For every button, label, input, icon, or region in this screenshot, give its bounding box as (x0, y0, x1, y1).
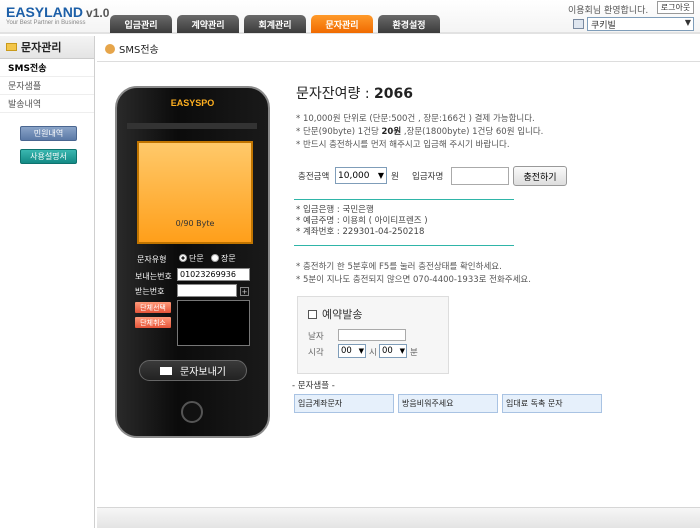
date-label: 날자 (308, 332, 324, 342)
note-line-1: * 10,000원 단위로 (단문:500건 , 장문:166건 ) 결제 가능… (296, 114, 535, 124)
template-vacate-room[interactable]: 방음비워주세요 (398, 394, 498, 413)
depositor-name-input[interactable] (451, 167, 509, 185)
sms-balance: 문자잔여량 : 2066 (296, 83, 413, 103)
charge-unit: 원 (391, 172, 399, 182)
depositor-name-label: 입금자명 (412, 172, 444, 182)
phone-home-button (181, 401, 203, 423)
brand-name: EASYLAND v1.0 (6, 4, 110, 20)
msg-type-label: 문자유형 (137, 255, 167, 264)
recipient-number-input[interactable] (177, 284, 237, 297)
welcome-text: 이용회님 환영합니다. (568, 6, 649, 16)
note-price-highlight: 20원 (381, 127, 402, 137)
template-deposit-account[interactable]: 입금계좌문자 (294, 394, 394, 413)
tab-sms[interactable]: 문자관리 (311, 15, 373, 33)
building-select-value: 쿠키빌 (591, 20, 616, 31)
charge-button[interactable]: 충전하기 (513, 166, 567, 186)
radio-short-msg[interactable]: 단문 (179, 253, 204, 264)
divider-bottom (294, 245, 514, 246)
bank-info: * 입금은행 : 국민은행 * 예금주명 : 이용희 ( 아이티프렌즈 ) * … (296, 205, 428, 238)
footer-bar (97, 507, 700, 528)
favorites-icon (573, 19, 584, 29)
reservation-title: 예약발송 (322, 308, 363, 321)
tab-deposit[interactable]: 입금관리 (110, 15, 172, 33)
folder-icon (6, 43, 17, 51)
radio-long-msg[interactable]: 장문 (211, 253, 236, 264)
group-select-button[interactable]: 단체선택 (135, 302, 171, 313)
chevron-down-icon: ▼ (399, 347, 405, 355)
reservation-panel: 예약발송 날자 시각 00 ▼ 시 00 ▼ 분 (297, 296, 449, 374)
recipient-list[interactable] (177, 300, 250, 346)
brand-slogan: Your Best Partner in Business (6, 20, 86, 26)
recipient-number-label: 받는번호 (135, 287, 165, 296)
template-rent-reminder[interactable]: 임대료 독촉 문자 (502, 394, 602, 413)
radio-long-indicator (211, 254, 219, 262)
charge-notice-1: * 충전하기 한 5분후에 F5를 눌러 충전상태를 확인하세요. (296, 262, 502, 272)
bank-name: * 입금은행 : 국민은행 (296, 205, 374, 215)
top-header: EASYLAND v1.0 Your Best Partner in Busine… (0, 0, 700, 34)
sender-number-label: 보내는번호 (135, 272, 172, 281)
version-label: v1.0 (86, 6, 110, 20)
reservation-date-input[interactable] (338, 329, 406, 341)
time-label: 시각 (308, 348, 324, 358)
sidebar-item-send-history[interactable]: 발송내역 (0, 95, 94, 113)
phone-brand: EASYSPO (170, 98, 215, 108)
minute-unit: 분 (410, 348, 418, 358)
phone-status-bar (127, 123, 257, 129)
manual-button[interactable]: 사용설명서 (20, 149, 77, 164)
byte-counter: 0/90 Byte (175, 219, 215, 228)
sidebar-header: 문자관리 (0, 36, 94, 59)
tab-accounting[interactable]: 회계관리 (244, 15, 306, 33)
group-cancel-button[interactable]: 단체취소 (135, 317, 171, 328)
account-number: * 계좌번호 : 229301-04-250218 (296, 227, 425, 237)
note-line-3: * 반드시 충전하시를 먼저 해주시고 입금해 주시기 바랍니다. (296, 140, 510, 150)
sidebar: 문자관리 SMS전송 문자샘플 발송내역 민원내역 사용설명서 (0, 36, 95, 528)
content-header: SMS전송 (97, 36, 700, 62)
charge-amount-value: 10,000 (338, 170, 370, 181)
chevron-down-icon: ▼ (684, 18, 691, 27)
app-root: EASYLAND v1.0 Your Best Partner in Busine… (0, 0, 700, 528)
sidebar-title: 문자관리 (21, 41, 62, 54)
phone-mockup: EASYSPO 0/90 Byte 문자유형 단문 장문 보내는번호 01023… (115, 86, 270, 438)
charge-notice-2: * 5분이 지나도 충전되지 않으면 070-4400-1933로 전화주세요. (296, 275, 531, 285)
minute-select[interactable]: 00 ▼ (379, 344, 407, 358)
chevron-down-icon: ▼ (358, 347, 364, 355)
sender-number-input[interactable]: 01023269936 (177, 268, 250, 281)
chevron-down-icon: ▼ (377, 171, 384, 180)
building-select[interactable]: 쿠키빌 ▼ (587, 17, 694, 31)
radio-short-indicator (179, 254, 187, 262)
envelope-icon (160, 366, 172, 375)
logout-button[interactable]: 로그아웃 (657, 1, 694, 14)
main-nav-tabs: 입금관리 계약관리 회계관리 문자관리 환경설정 (110, 15, 440, 33)
sms-samples-title: - 문자샘플 - (292, 381, 335, 391)
page-title: SMS전송 (119, 45, 159, 56)
message-textarea[interactable]: 0/90 Byte (137, 141, 253, 244)
sidebar-item-sms-samples[interactable]: 문자샘플 (0, 77, 94, 95)
tab-settings[interactable]: 환경설정 (378, 15, 440, 33)
hour-unit: 시 (369, 348, 377, 358)
hour-select[interactable]: 00 ▼ (338, 344, 366, 358)
tab-contract[interactable]: 계약관리 (177, 15, 239, 33)
reservation-checkbox[interactable] (308, 309, 317, 319)
balance-value: 2066 (374, 86, 413, 102)
logo[interactable]: EASYLAND v1.0 Your Best Partner in Busine… (6, 4, 109, 26)
charge-amount-label: 충전금액 (298, 172, 330, 182)
account-holder: * 예금주명 : 이용희 ( 아이티프렌즈 ) (296, 216, 428, 226)
reservation-toggle[interactable]: 예약발송 (308, 306, 362, 322)
add-recipient-button[interactable]: + (240, 287, 249, 296)
note-line-2: * 단문(90byte) 1건당 20원 ,장문(1800byte) 1건당 6… (296, 127, 544, 137)
inquiry-button[interactable]: 민원내역 (20, 126, 77, 141)
charge-amount-select[interactable]: 10,000 ▼ (335, 167, 387, 184)
user-group-icon (105, 43, 115, 54)
balance-label: 문자잔여량 : (296, 86, 370, 102)
send-message-label: 문자보내기 (180, 367, 226, 378)
sidebar-item-sms-send[interactable]: SMS전송 (0, 59, 94, 77)
divider-top (294, 199, 514, 200)
send-message-button[interactable]: 문자보내기 (139, 360, 247, 381)
